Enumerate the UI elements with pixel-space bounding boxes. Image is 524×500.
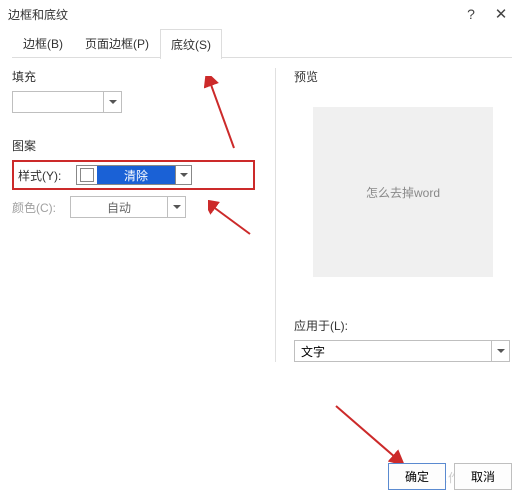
tab-shading[interactable]: 底纹(S) xyxy=(160,29,222,59)
tab-bar: 边框(B) 页面边框(P) 底纹(S) xyxy=(12,28,512,58)
fill-label: 填充 xyxy=(12,68,255,85)
annotation-arrow-icon xyxy=(330,400,410,470)
style-label: 样式(Y): xyxy=(18,167,70,184)
apply-value: 文字 xyxy=(295,341,491,361)
style-row-highlight: 样式(Y): 清除 xyxy=(12,160,255,190)
pattern-label: 图案 xyxy=(12,137,255,154)
close-button[interactable]: ✕ xyxy=(486,0,516,28)
preview-label: 预览 xyxy=(294,68,512,85)
chevron-down-icon xyxy=(491,341,509,361)
preview-text: 怎么去掉word xyxy=(366,184,440,201)
chevron-down-icon xyxy=(175,166,191,184)
title-bar: 边框和底纹 ? ✕ xyxy=(0,0,524,28)
apply-label: 应用于(L): xyxy=(294,317,512,334)
apply-combo[interactable]: 文字 xyxy=(294,340,510,362)
chevron-down-icon xyxy=(103,92,121,112)
fill-value xyxy=(13,92,103,112)
fill-combo[interactable] xyxy=(12,91,122,113)
tab-page-border[interactable]: 页面边框(P) xyxy=(74,28,160,58)
help-button[interactable]: ? xyxy=(456,0,486,28)
cancel-button[interactable]: 取消 xyxy=(454,463,512,490)
tab-border[interactable]: 边框(B) xyxy=(12,28,74,58)
chevron-down-icon xyxy=(167,197,185,217)
style-combo[interactable]: 清除 xyxy=(76,165,192,185)
preview-area: 怎么去掉word xyxy=(313,107,493,277)
color-value: 自动 xyxy=(71,197,167,217)
dialog-buttons: 确定 取消 xyxy=(388,463,512,490)
color-combo[interactable]: 自动 xyxy=(70,196,186,218)
style-swatch xyxy=(80,168,94,182)
color-label: 颜色(C): xyxy=(12,199,64,216)
dialog-title: 边框和底纹 xyxy=(8,6,68,23)
ok-button[interactable]: 确定 xyxy=(388,463,446,490)
style-value: 清除 xyxy=(97,166,175,184)
